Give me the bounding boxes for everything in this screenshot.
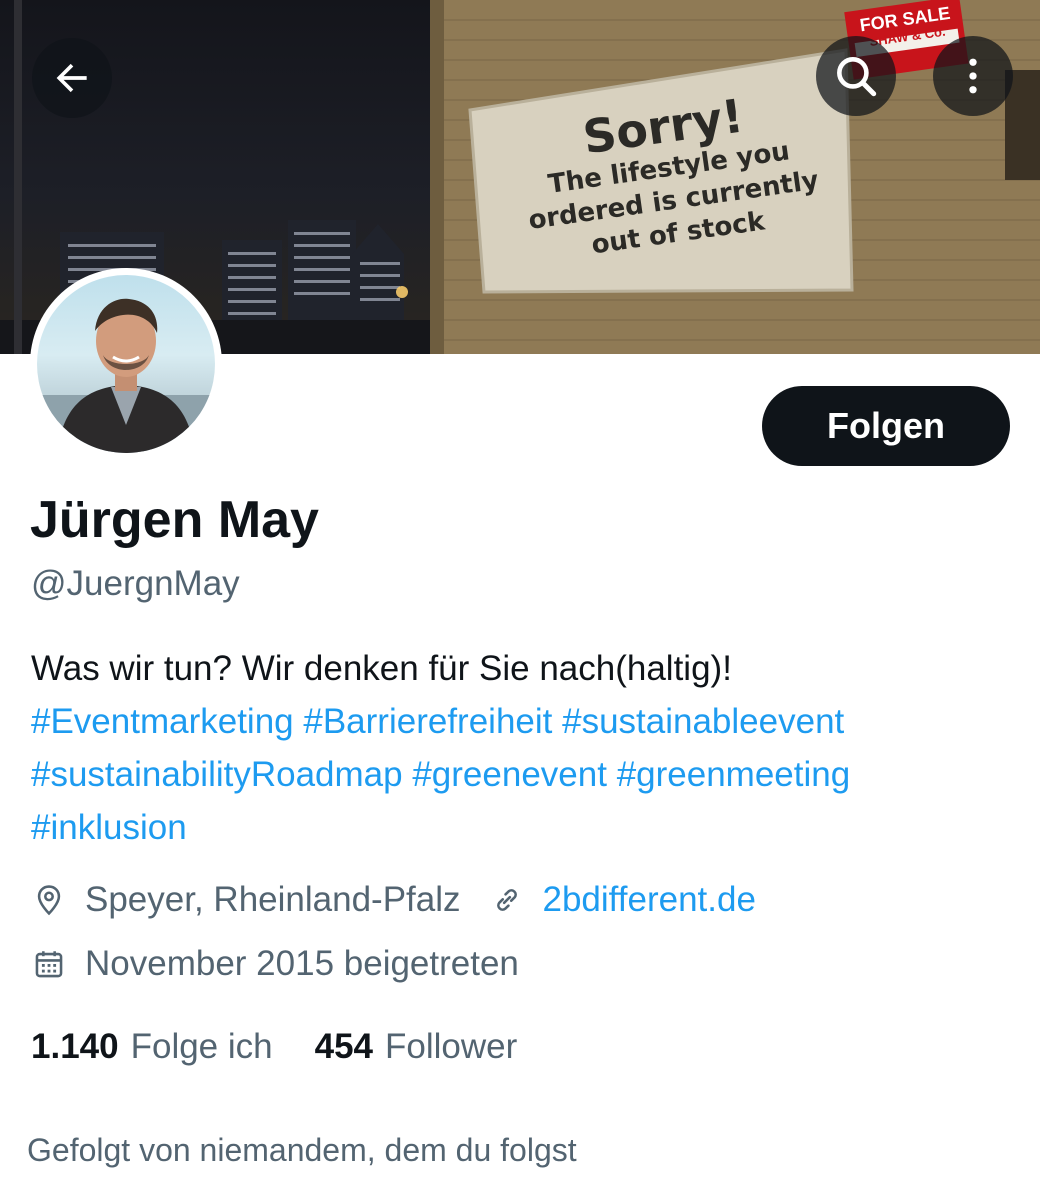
avatar-photo xyxy=(37,275,215,453)
link-icon xyxy=(489,882,525,918)
follow-button[interactable]: Folgen xyxy=(762,386,1010,466)
search-button[interactable] xyxy=(816,36,896,116)
hashtag-link[interactable]: #inklusion xyxy=(31,808,187,847)
profile-location: Speyer, Rheinland-Pfalz xyxy=(85,880,461,919)
profile-bio: Was wir tun? Wir denken für Sie nach(hal… xyxy=(31,642,1011,854)
hashtag-link[interactable]: #sustainableevent xyxy=(562,702,844,741)
following-label: Folge ich xyxy=(130,1027,273,1066)
search-icon xyxy=(837,57,877,97)
profile-meta-location-website: Speyer, Rheinland-Pfalz 2bdifferent.de xyxy=(31,880,756,920)
hashtag-link[interactable]: #greenevent xyxy=(412,755,607,794)
hashtag-link[interactable]: #sustainabilityRoadmap xyxy=(31,755,403,794)
avatar[interactable] xyxy=(30,268,222,460)
arrow-left-icon xyxy=(56,63,87,93)
followers-stat-link[interactable]: 454 Follower xyxy=(315,1027,518,1067)
profile-website-link[interactable]: 2bdifferent.de xyxy=(543,880,756,920)
more-vertical-icon xyxy=(969,58,977,94)
hashtag-link[interactable]: #greenmeeting xyxy=(617,755,851,794)
followers-label: Follower xyxy=(385,1027,518,1066)
followed-by-text: Gefolgt von niemandem, dem du folgst xyxy=(27,1132,577,1168)
back-button[interactable] xyxy=(32,38,112,118)
bio-hashtags: #Eventmarketing #Barrierefreiheit #susta… xyxy=(31,695,1011,854)
more-options-button[interactable] xyxy=(933,36,1013,116)
profile-joined-date: November 2015 beigetreten xyxy=(85,944,519,983)
hashtag-link[interactable]: #Barrierefreiheit xyxy=(303,702,552,741)
followers-count: 454 xyxy=(314,1027,374,1066)
following-stat-link[interactable]: 1.140 Folge ich xyxy=(31,1027,273,1067)
location-pin-icon xyxy=(31,882,67,918)
profile-handle: @JuergnMay xyxy=(31,564,240,603)
calendar-icon xyxy=(31,946,67,982)
following-count: 1.140 xyxy=(31,1027,119,1066)
hashtag-link[interactable]: #Eventmarketing xyxy=(31,702,294,741)
person-portrait xyxy=(37,298,215,453)
profile-meta-joined: November 2015 beigetreten xyxy=(31,944,519,984)
bio-text: Was wir tun? Wir denken für Sie nach(hal… xyxy=(31,649,732,688)
profile-name: Jürgen May xyxy=(30,491,319,549)
profile-stats: 1.140 Folge ich 454 Follower xyxy=(31,1027,559,1067)
